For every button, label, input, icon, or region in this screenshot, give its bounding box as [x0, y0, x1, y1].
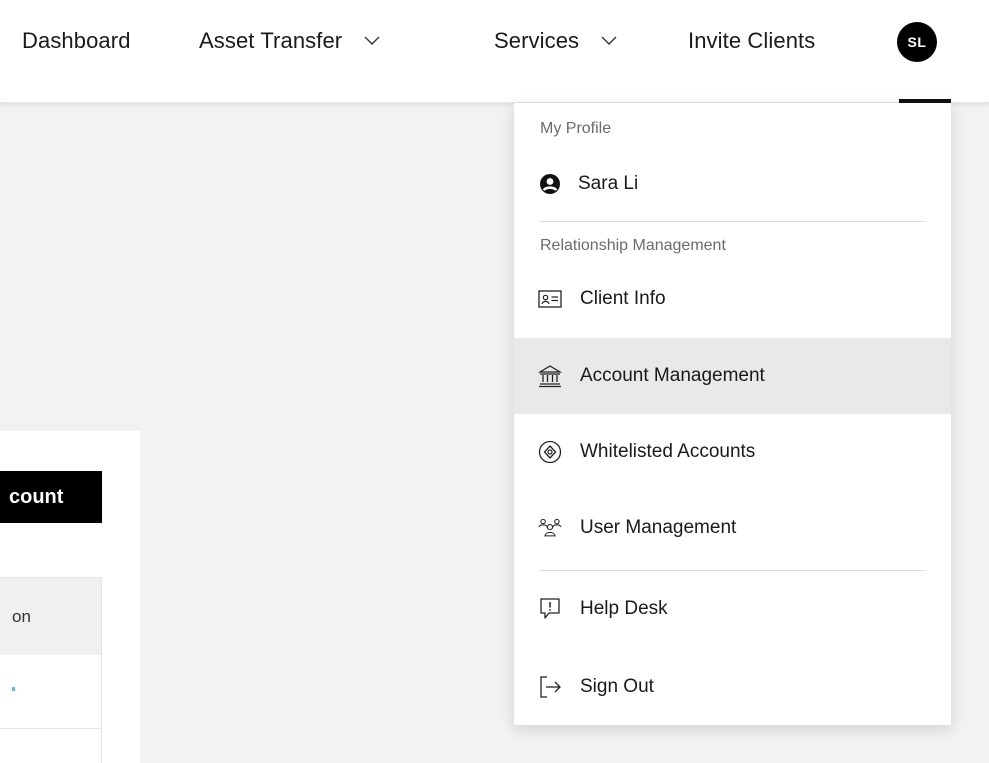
table-header: on [0, 577, 101, 655]
menu-item-label: Account Management [580, 365, 765, 386]
menu-item-label: Client Info [580, 288, 666, 309]
profile-user-name: Sara Li [578, 173, 639, 194]
menu-divider [540, 221, 926, 222]
avatar-initials: SL [907, 34, 927, 50]
sign-out-icon [538, 675, 562, 699]
link-fragment[interactable] [12, 687, 15, 691]
chevron-down-icon [364, 36, 380, 45]
menu-item-label: Whitelisted Accounts [580, 441, 756, 462]
menu-item-help-desk[interactable]: Help Desk [514, 571, 951, 647]
table-row[interactable] [0, 655, 101, 729]
menu-item-label: Help Desk [580, 598, 668, 619]
add-account-button-label: count [9, 485, 64, 508]
bank-icon [538, 364, 562, 388]
nav-dashboard[interactable]: Dashboard [22, 26, 131, 56]
menu-item-client-info[interactable]: Client Info [514, 261, 951, 337]
background-card: count on [0, 431, 140, 763]
nav-asset-transfer[interactable]: Asset Transfer [199, 26, 380, 56]
account-circle-icon [538, 172, 562, 196]
nav-invite-clients-label: Invite Clients [688, 28, 816, 53]
my-profile-section-label: My Profile [540, 120, 612, 137]
user-avatar[interactable]: SL [897, 22, 937, 62]
menu-item-label: Sign Out [580, 676, 654, 697]
help-desk-icon [538, 597, 562, 621]
top-navigation: Dashboard Asset Transfer Services Invite… [0, 0, 989, 103]
background-table: on [0, 577, 102, 763]
menu-item-account-management[interactable]: Account Management [514, 338, 951, 414]
chevron-down-icon [601, 36, 617, 45]
add-account-button[interactable]: count [0, 471, 102, 523]
profile-user-row[interactable]: Sara Li [538, 171, 638, 197]
nav-dashboard-label: Dashboard [22, 28, 131, 53]
users-icon [538, 516, 562, 540]
table-header-label: on [12, 606, 31, 626]
nav-services[interactable]: Services [494, 26, 617, 56]
nav-services-label: Services [494, 28, 580, 53]
nav-invite-clients[interactable]: Invite Clients [688, 26, 815, 56]
relationship-management-section-label: Relationship Management [540, 237, 726, 254]
shield-check-icon [538, 440, 562, 464]
menu-item-user-management[interactable]: User Management [514, 490, 951, 566]
menu-item-whitelisted-accounts[interactable]: Whitelisted Accounts [514, 414, 951, 490]
menu-item-label: User Management [580, 517, 737, 538]
menu-item-sign-out[interactable]: Sign Out [514, 649, 951, 725]
profile-dropdown-menu: My Profile Sara Li Relationship Manageme… [514, 103, 951, 725]
nav-asset-transfer-label: Asset Transfer [199, 28, 343, 53]
id-card-icon [538, 287, 562, 311]
